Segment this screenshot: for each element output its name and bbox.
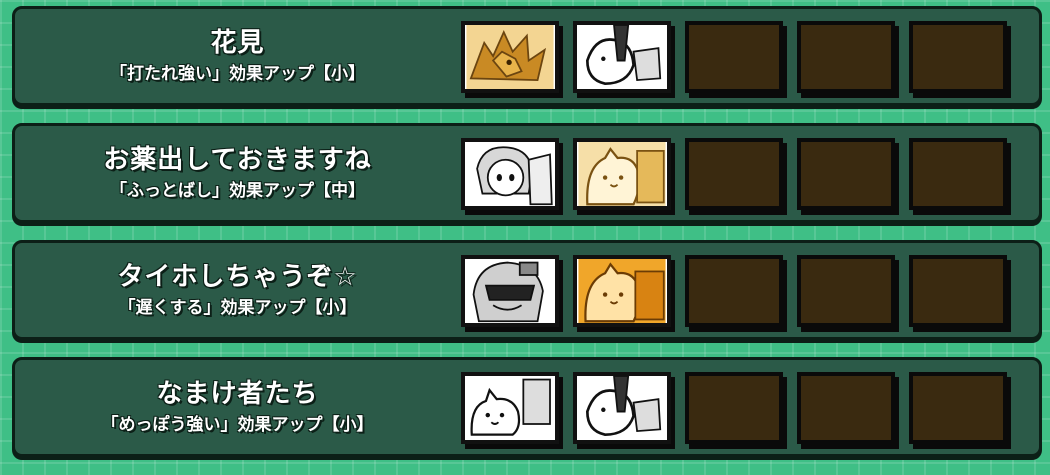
dragon-unit-icon <box>466 25 554 89</box>
cat-face-icon <box>578 142 666 206</box>
combo-list: 花見 「打たれ強い」効果アップ【小】 お薬出しておきますね 「ふっとばし」効果ア… <box>0 0 1050 475</box>
unit-slot-4[interactable] <box>797 255 895 327</box>
unit-slot-5[interactable] <box>909 138 1007 210</box>
unit-slot-1[interactable] <box>461 255 559 327</box>
unit-slot-5[interactable] <box>909 21 1007 93</box>
unit-slot-3[interactable] <box>685 21 783 93</box>
unit-slot-3[interactable] <box>685 372 783 444</box>
unit-slot-3[interactable] <box>685 255 783 327</box>
unit-slot-2[interactable] <box>573 138 671 210</box>
nurse-girl-icon <box>466 142 554 206</box>
combo-info: タイホしちゃうぞ☆ 「遅くする」効果アップ【小】 <box>15 243 460 337</box>
combo-name: タイホしちゃうぞ☆ <box>117 262 358 292</box>
unit-slot-2[interactable] <box>573 255 671 327</box>
combo-effect: 「ふっとばし」効果アップ【中】 <box>110 181 365 201</box>
combo-info: なまけ者たち 「めっぽう強い」効果アップ【小】 <box>15 360 460 454</box>
masked-hero-icon <box>466 259 554 323</box>
cat-face-icon <box>578 259 666 323</box>
combo-name: お薬出しておきますね <box>103 145 372 175</box>
unit-slot-1[interactable] <box>461 372 559 444</box>
unit-slot-1[interactable] <box>461 21 559 93</box>
unit-slot-1[interactable] <box>461 138 559 210</box>
lazy-cat-icon <box>466 376 554 440</box>
combo-name: 花見 <box>210 28 265 58</box>
combo-row-namakemono[interactable]: なまけ者たち 「めっぽう強い」効果アップ【小】 <box>12 357 1042 457</box>
unit-slot-4[interactable] <box>797 138 895 210</box>
combo-effect: 「めっぽう強い」効果アップ【小】 <box>101 415 374 435</box>
cat-with-sword-icon <box>578 376 666 440</box>
unit-slot-4[interactable] <box>797 372 895 444</box>
unit-slot-2[interactable] <box>573 21 671 93</box>
combo-effect: 「打たれ強い」効果アップ【小】 <box>110 64 365 84</box>
unit-slot-3[interactable] <box>685 138 783 210</box>
combo-name: なまけ者たち <box>156 379 319 409</box>
combo-info: お薬出しておきますね 「ふっとばし」効果アップ【中】 <box>15 126 460 220</box>
combo-row-taiho[interactable]: タイホしちゃうぞ☆ 「遅くする」効果アップ【小】 <box>12 240 1042 340</box>
unit-slot-5[interactable] <box>909 255 1007 327</box>
combo-effect: 「遅くする」効果アップ【小】 <box>118 298 357 318</box>
cat-with-sword-icon <box>578 25 666 89</box>
unit-slot-4[interactable] <box>797 21 895 93</box>
combo-row-okusuri[interactable]: お薬出しておきますね 「ふっとばし」効果アップ【中】 <box>12 123 1042 223</box>
combo-row-hanami[interactable]: 花見 「打たれ強い」効果アップ【小】 <box>12 6 1042 106</box>
combo-info: 花見 「打たれ強い」効果アップ【小】 <box>15 9 460 103</box>
unit-slot-5[interactable] <box>909 372 1007 444</box>
unit-slot-2[interactable] <box>573 372 671 444</box>
